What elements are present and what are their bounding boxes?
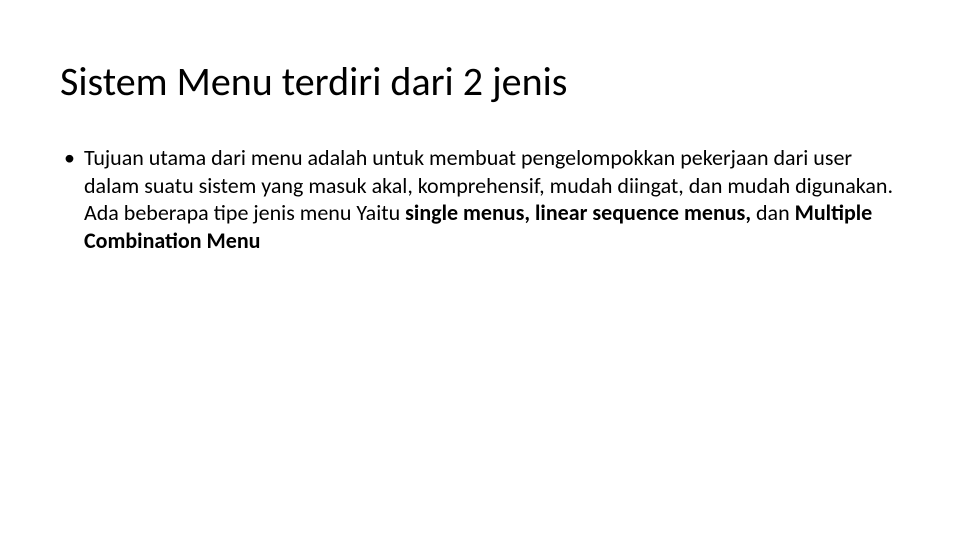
bullet-item: Tujuan utama dari menu adalah untuk memb… <box>60 144 900 254</box>
slide-content: Tujuan utama dari menu adalah untuk memb… <box>60 144 900 254</box>
bullet-list: Tujuan utama dari menu adalah untuk memb… <box>60 144 900 254</box>
slide-title: Sistem Menu terdiri dari 2 jenis <box>60 60 900 104</box>
slide: Sistem Menu terdiri dari 2 jenis Tujuan … <box>0 0 960 540</box>
bullet-text-mid: dan <box>756 199 795 226</box>
bullet-text-bold-1: single menus, linear sequence menus, <box>405 199 756 226</box>
